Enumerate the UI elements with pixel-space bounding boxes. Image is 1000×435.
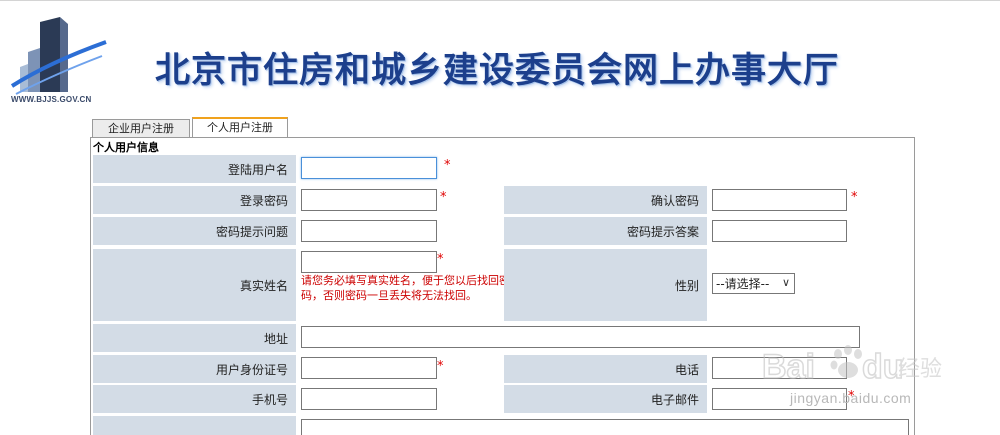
real-name-hint: 请您务必填写真实姓名，便于您以后找回密码，否则密码一旦丢失将无法找回。 <box>301 274 510 302</box>
confirm-password-required-mark: * <box>851 190 858 205</box>
watermark-text: jingyan.baidu.com <box>790 390 912 406</box>
phone-label: 电话 <box>504 355 707 383</box>
username-label: 登陆用户名 <box>93 155 296 183</box>
address-label: 地址 <box>93 324 296 352</box>
confirm-password-label: 确认密码 <box>504 186 707 214</box>
top-divider <box>0 0 1000 1</box>
svg-text:Bai: Bai <box>762 348 815 386</box>
gender-select-value: --请选择-- <box>716 277 770 291</box>
password-label: 登录密码 <box>93 186 296 214</box>
chevron-down-icon: ∨ <box>781 276 790 289</box>
email-label: 电子邮件 <box>504 385 707 413</box>
id-number-required-mark: * <box>437 359 444 374</box>
hint-answer-label: 密码提示答案 <box>504 217 707 245</box>
hint-answer-input[interactable] <box>712 220 847 242</box>
svg-text:经验: 经验 <box>898 357 942 382</box>
logo-url-text: WWW.BJJS.GOV.CN <box>11 95 92 104</box>
extra-textarea[interactable] <box>301 419 909 435</box>
password-input[interactable] <box>301 189 437 211</box>
hint-question-label: 密码提示问题 <box>93 217 296 245</box>
id-number-label: 用户身份证号 <box>93 355 296 383</box>
username-input[interactable] <box>301 157 437 179</box>
bjjs-logo-icon <box>10 17 107 95</box>
banner-title: 北京市住房和城乡建设委员会网上办事大厅 <box>155 51 840 91</box>
hint-question-input[interactable] <box>301 220 437 242</box>
username-required-mark: * <box>444 158 451 173</box>
tab-company-registration[interactable]: 企业用户注册 <box>92 119 190 138</box>
extra-field-label <box>93 416 296 435</box>
real-name-label: 真实姓名 <box>93 249 296 321</box>
real-name-required-mark: * <box>437 252 444 267</box>
tab-personal-registration[interactable]: 个人用户注册 <box>192 117 288 138</box>
mobile-input[interactable] <box>301 388 437 410</box>
real-name-input[interactable] <box>301 251 437 273</box>
password-required-mark: * <box>440 190 447 205</box>
confirm-password-input[interactable] <box>712 189 847 211</box>
id-number-input[interactable] <box>301 357 437 379</box>
mobile-label: 手机号 <box>93 385 296 413</box>
gender-label: 性别 <box>504 249 707 321</box>
section-title: 个人用户信息 <box>93 141 159 154</box>
gender-select[interactable]: --请选择-- ∨ <box>712 273 795 294</box>
